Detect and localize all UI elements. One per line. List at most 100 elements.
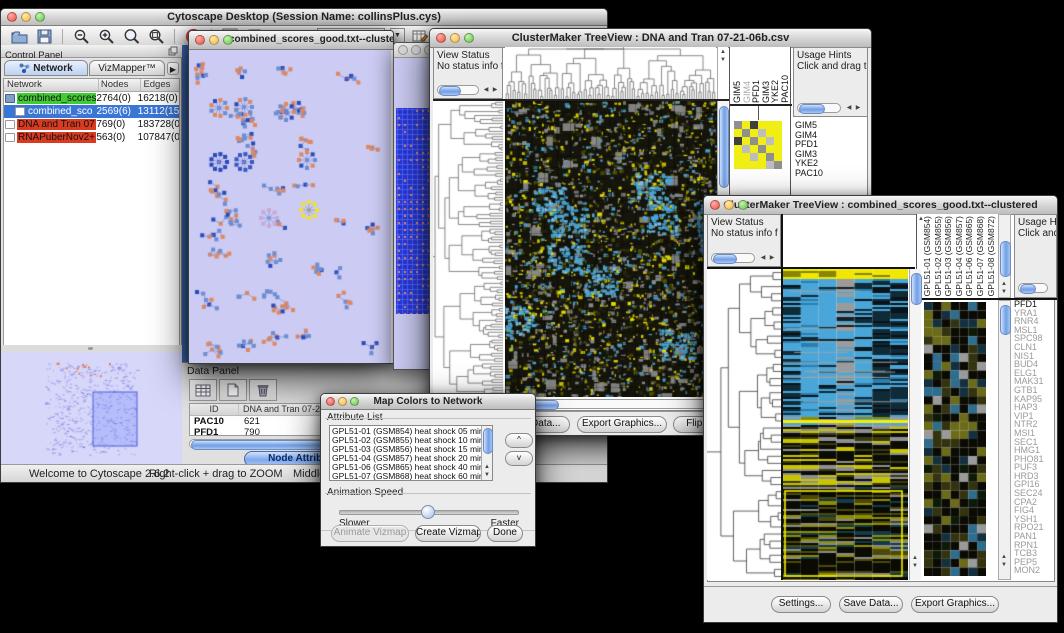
scroll-right-icon[interactable]: ▶ <box>853 105 863 112</box>
export-graphics-button[interactable]: Export Graphics... <box>577 416 667 433</box>
scrollbar-thumb[interactable] <box>483 428 493 454</box>
tab-vizmapper[interactable]: VizMapper™ <box>89 60 165 76</box>
settings-button[interactable]: Settings... <box>771 596 831 613</box>
save-icon[interactable] <box>34 27 54 45</box>
scrollbar-thumb[interactable] <box>719 106 729 188</box>
network-view-titlebar[interactable]: combined_scores_good.txt--cluste... <box>189 31 393 50</box>
scrollbar-thumb[interactable] <box>439 86 461 96</box>
slider-thumb[interactable] <box>421 505 435 519</box>
minimize-button[interactable] <box>338 397 347 406</box>
zoom-selected-icon[interactable] <box>146 27 166 45</box>
scroll-down-icon[interactable]: ▼ <box>999 562 1009 569</box>
scrollbar-thumb[interactable] <box>713 254 737 264</box>
move-down-button[interactable]: v <box>505 451 533 466</box>
close-button[interactable] <box>436 33 446 43</box>
matrix-cell[interactable] <box>758 121 766 129</box>
scroll-up-icon[interactable]: ▲ <box>482 464 492 471</box>
matrix-cell[interactable] <box>734 153 742 161</box>
main-titlebar[interactable]: Cytoscape Desktop (Session Name: collins… <box>1 9 607 26</box>
attribute-list-vscrollbar[interactable]: ▲ ▼ <box>481 426 492 480</box>
matrix-cell[interactable] <box>774 153 782 161</box>
float-panel-icon[interactable] <box>168 46 178 56</box>
matrix-cell[interactable] <box>734 121 742 129</box>
matrix-cell[interactable] <box>758 145 766 153</box>
scrollbar-thumb[interactable] <box>911 273 922 305</box>
attribute-list-item[interactable]: GPL51-03 (GSM856) heat shock 15 min <box>330 445 492 454</box>
column-header-nodes[interactable]: Nodes <box>99 79 142 91</box>
attribute-list-item[interactable]: GPL51-01 (GSM854) heat shock 05 min <box>330 427 492 436</box>
zoom-button[interactable] <box>464 33 474 43</box>
scrollbar-thumb[interactable] <box>799 104 825 114</box>
matrix-cell[interactable] <box>734 129 742 137</box>
network-canvas[interactable] <box>189 50 391 363</box>
matrix-cell[interactable] <box>766 161 774 169</box>
scroll-right-icon[interactable]: ▶ <box>767 255 777 262</box>
network-list-row[interactable]: combined_scores_2764(0)16218(0) <box>4 92 179 105</box>
scroll-down-icon[interactable]: ▼ <box>999 289 1009 296</box>
matrix-cell[interactable] <box>774 121 782 129</box>
view-status-hscrollbar[interactable] <box>437 85 479 95</box>
save-data-button[interactable]: Save Data... <box>839 596 903 613</box>
column-dendrogram[interactable] <box>505 47 716 99</box>
gene-dendrogram[interactable] <box>433 101 503 397</box>
column-header-network[interactable]: Network <box>4 79 99 91</box>
matrix-cell[interactable] <box>758 153 766 161</box>
zoom-out-icon[interactable] <box>71 27 91 45</box>
panel-splitter[interactable] <box>1 345 182 352</box>
zoom-button[interactable] <box>223 35 233 45</box>
tab-network[interactable]: Network <box>4 60 88 76</box>
matrix-cell[interactable] <box>750 121 758 129</box>
heatmap-canvas[interactable] <box>783 269 908 580</box>
matrix-cell[interactable] <box>766 129 774 137</box>
minimize-button[interactable] <box>450 33 460 43</box>
matrix-cell[interactable] <box>742 153 750 161</box>
open-icon[interactable] <box>9 27 29 45</box>
close-button[interactable] <box>195 35 205 45</box>
scrollbar-thumb[interactable] <box>1000 241 1011 277</box>
matrix-cell[interactable] <box>742 161 750 169</box>
tab-overflow-button[interactable]: ▶ <box>167 62 179 75</box>
minimize-button[interactable] <box>411 45 421 55</box>
zoom-button[interactable] <box>350 397 359 406</box>
scroll-up-icon[interactable]: ▲ <box>999 281 1009 288</box>
matrix-cell[interactable] <box>758 161 766 169</box>
column-labels-vscrollbar[interactable]: ▲ ▼ <box>998 214 1011 298</box>
move-up-button[interactable]: ^ <box>505 433 533 448</box>
selected-cluster-heatmap[interactable] <box>924 302 986 576</box>
matrix-cell[interactable] <box>750 153 758 161</box>
network-list-row[interactable]: RNAPuberNov2+563(0)107847(0) <box>4 131 179 144</box>
attribute-list[interactable]: GPL51-01 (GSM854) heat shock 05 minGPL51… <box>329 425 493 481</box>
create-vizmap-button[interactable]: Create Vizmap <box>415 525 481 542</box>
scroll-down-icon[interactable]: ▼ <box>482 472 492 479</box>
matrix-cell[interactable] <box>758 129 766 137</box>
birdseye-view[interactable] <box>1 352 182 464</box>
gene-dendrogram[interactable] <box>707 269 781 580</box>
close-button[interactable] <box>7 12 17 22</box>
attribute-list-item[interactable]: GPL51-02 (GSM855) heat shock 10 min <box>330 436 492 445</box>
scroll-up-icon[interactable]: ▲ <box>718 49 728 56</box>
delete-attribute-icon[interactable] <box>249 379 277 401</box>
view-status-hscrollbar[interactable] <box>711 253 755 263</box>
matrix-cell[interactable] <box>750 145 758 153</box>
animate-vizmap-button[interactable]: Animate Vizmap <box>331 525 409 542</box>
treeview2-titlebar[interactable]: ClusterMaker TreeView : combined_scores_… <box>704 196 1057 215</box>
similarity-matrix[interactable] <box>734 121 782 169</box>
network-list-row[interactable]: combined_sco2569(6)13112(15) <box>4 105 179 118</box>
treeview1-titlebar[interactable]: ClusterMaker TreeView : DNA and Tran 07-… <box>430 29 871 48</box>
minimize-button[interactable] <box>209 35 219 45</box>
matrix-cell[interactable] <box>774 161 782 169</box>
dialog-titlebar[interactable]: Map Colors to Network <box>321 394 535 410</box>
zoom-in-icon[interactable] <box>96 27 116 45</box>
heatmap-vscrollbar[interactable]: ▲ ▼ <box>909 269 921 580</box>
usage-hints-hscrollbar[interactable] <box>797 103 841 113</box>
scroll-right-icon[interactable]: ▶ <box>490 87 500 94</box>
matrix-cell[interactable] <box>742 145 750 153</box>
matrix-cell[interactable] <box>774 129 782 137</box>
attribute-list-item[interactable]: GPL51-04 (GSM857) heat shock 20 min <box>330 454 492 463</box>
attribute-list-item[interactable]: GPL51-06 (GSM865) heat shock 40 min <box>330 463 492 472</box>
usage-hints-hscrollbar[interactable] <box>1018 283 1048 293</box>
heatmap-canvas[interactable] <box>505 101 717 397</box>
scroll-up-icon[interactable]: ▲ <box>910 555 920 562</box>
scrollbar-thumb[interactable] <box>1000 305 1011 335</box>
gene-list-vscrollbar[interactable]: ▲ ▼ <box>998 300 1011 580</box>
